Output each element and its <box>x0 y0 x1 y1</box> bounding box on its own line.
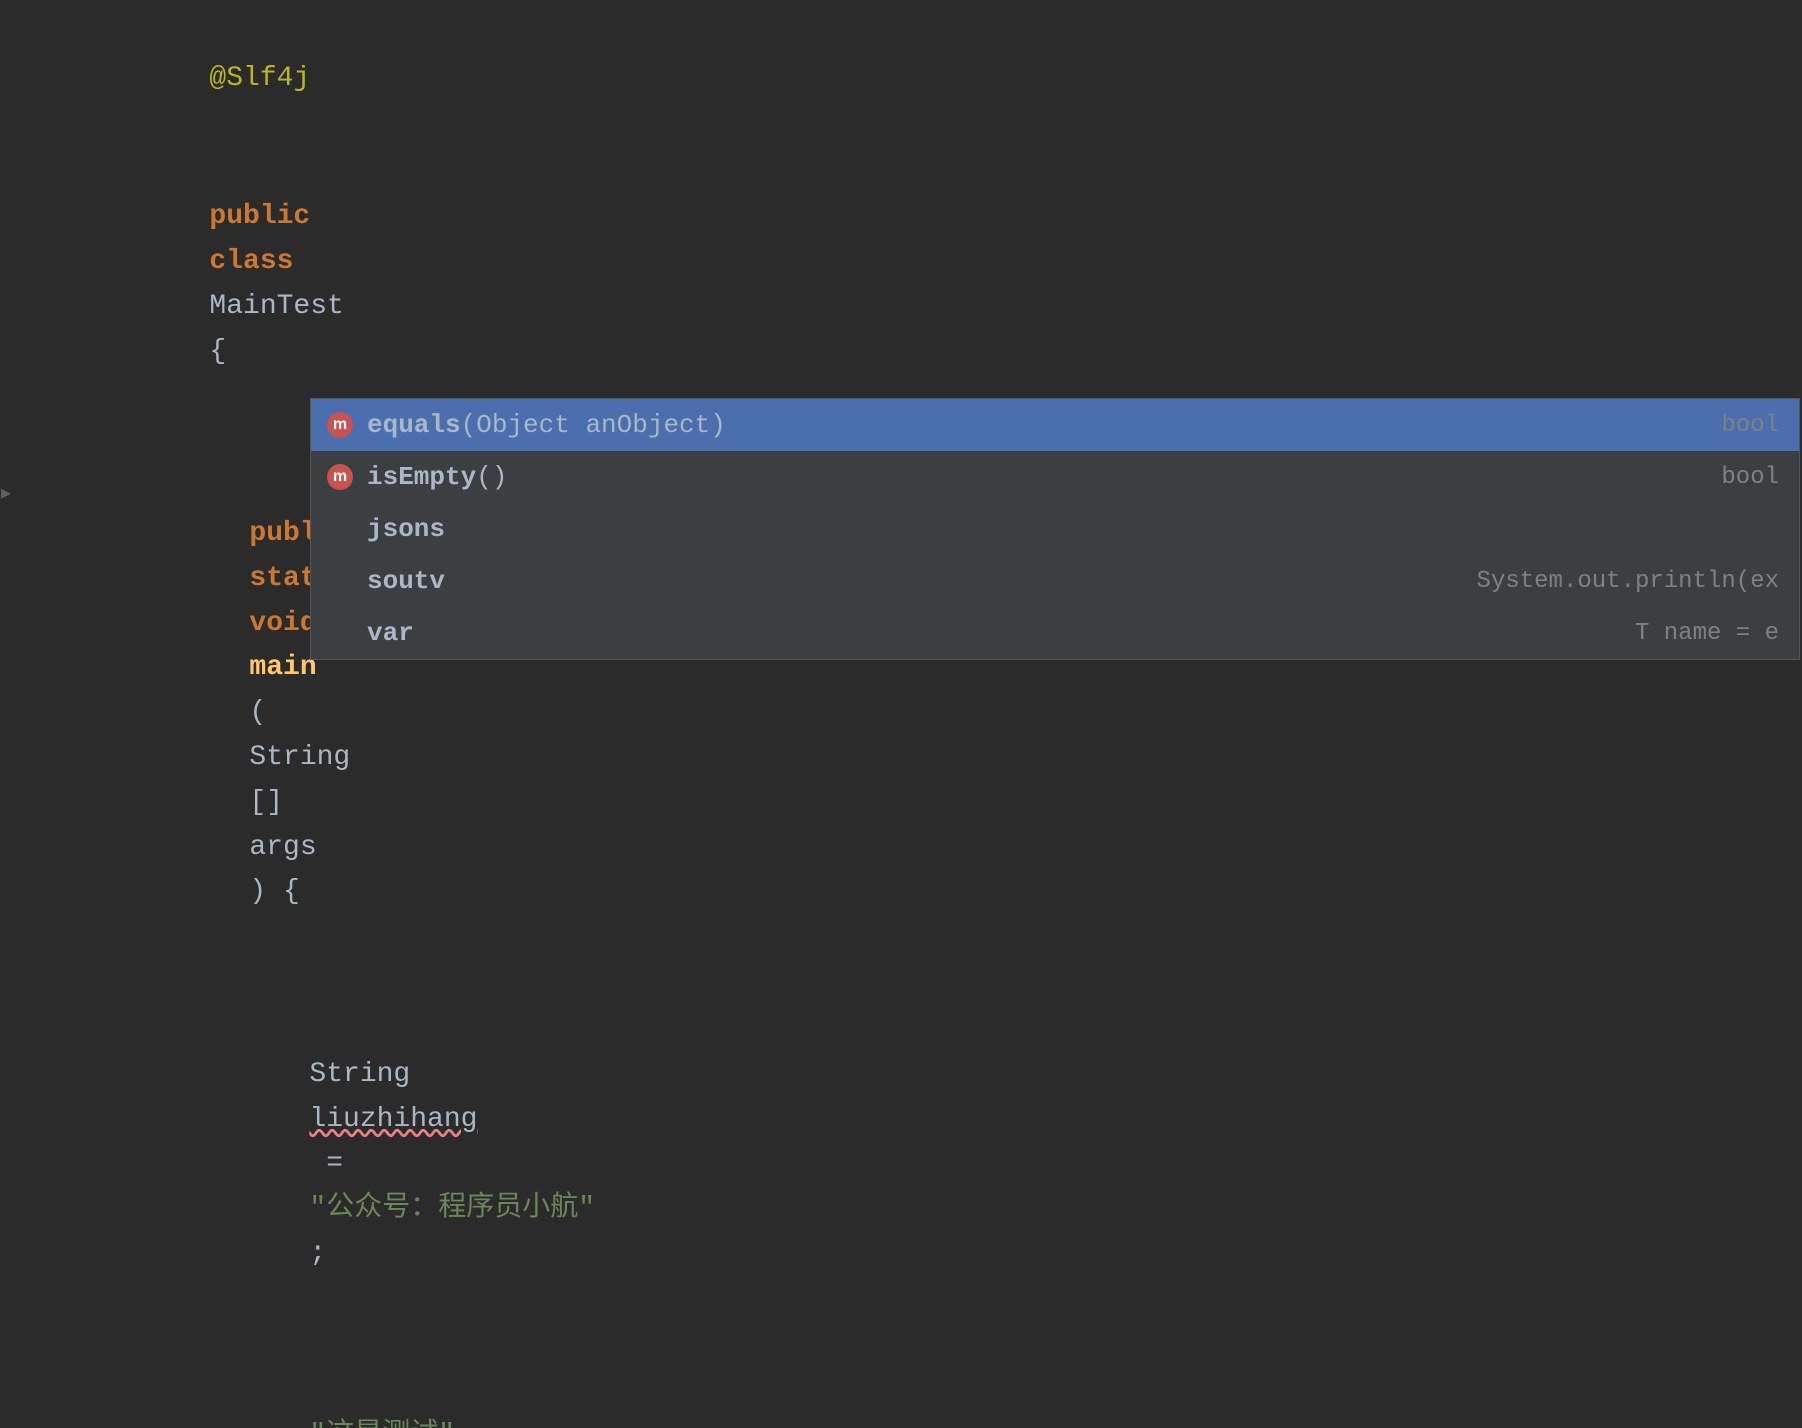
line-content-2: public class MainTest { <box>55 150 1802 419</box>
code-line-2: public class MainTest { <box>0 148 1802 421</box>
method-name-isempty: isEmpty() <box>367 462 507 492</box>
autocomplete-item-soutv[interactable]: soutv System.out.println(ex <box>311 555 1799 607</box>
bracket-array: [] <box>249 787 299 818</box>
line-content-6: String liuzhihang = "公众号：程序员小航" ; <box>55 1008 1802 1322</box>
semicolon-1: ; <box>309 1238 326 1269</box>
class-name: MainTest <box>209 291 360 322</box>
return-type-equals: bool <box>1721 412 1779 439</box>
method-name-var: var <box>367 618 414 648</box>
string-literal-2: "这是测试" <box>309 1420 455 1428</box>
annotation-slf4j: @Slf4j <box>209 63 310 94</box>
method-icon-isempty: m <box>327 464 353 490</box>
code-line-1: @Slf4j <box>0 10 1802 148</box>
template-var: T name = e <box>1635 620 1779 647</box>
assign-op: = <box>309 1148 359 1179</box>
method-name-equals: equals(Object anObject) <box>367 410 726 440</box>
brace-open: { <box>209 336 226 367</box>
code-line-6: String liuzhihang = "公众号：程序员小航" ; <box>0 1006 1802 1324</box>
template-soutv: System.out.println(ex <box>1477 568 1779 595</box>
autocomplete-item-isempty[interactable]: m isEmpty() bool <box>311 451 1799 503</box>
method-main: main <box>249 652 316 683</box>
code-line-8: "这是测试" . <box>0 1368 1802 1428</box>
code-area: @Slf4j public class MainTest { ▸ publi <box>0 0 1802 1428</box>
method-name-jsons: jsons <box>367 514 445 544</box>
method-name-soutv: soutv <box>367 566 445 596</box>
string-literal-1: "公众号：程序员小航" <box>309 1193 595 1224</box>
autocomplete-dropdown: m equals(Object anObject) bool m isEmpty… <box>310 398 1800 660</box>
line-content-8: "这是测试" . <box>55 1370 1802 1428</box>
autocomplete-item-equals[interactable]: m equals(Object anObject) bool <box>311 399 1799 451</box>
type-string-2: String <box>309 1059 427 1090</box>
code-line-5 <box>0 962 1802 1006</box>
type-string: String <box>249 742 350 773</box>
keyword-public: public <box>209 201 327 232</box>
param-args: args <box>249 832 316 863</box>
return-type-isempty: bool <box>1721 464 1779 491</box>
var-liuzhihang: liuzhihang <box>309 1104 477 1135</box>
code-line-7 <box>0 1324 1802 1368</box>
autocomplete-item-var[interactable]: var T name = e <box>311 607 1799 659</box>
keyword-class: class <box>209 246 310 277</box>
method-icon-equals: m <box>327 412 353 438</box>
paren-open: ( <box>249 697 266 728</box>
autocomplete-item-jsons[interactable]: jsons <box>311 503 1799 555</box>
code-editor: @Slf4j public class MainTest { ▸ publi <box>0 0 1802 714</box>
paren-close-brace: ) { <box>249 876 299 907</box>
line-content-1: @Slf4j <box>55 12 1802 146</box>
